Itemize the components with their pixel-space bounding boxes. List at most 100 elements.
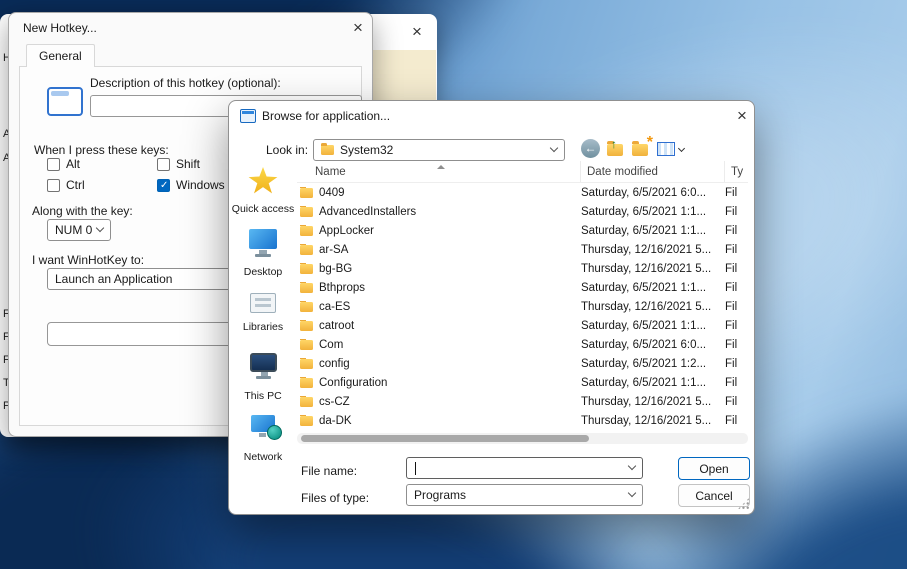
checkbox-box: [157, 157, 170, 171]
look-in-combobox[interactable]: System32: [313, 139, 565, 161]
files-of-type-combobox[interactable]: Programs: [406, 484, 643, 506]
file-modified: Saturday, 6/5/2021 1:1...: [581, 224, 707, 237]
place-desktop[interactable]: Desktop: [229, 229, 297, 278]
file-type: Fil: [725, 300, 738, 313]
checkbox-label: Ctrl: [66, 178, 85, 192]
file-type: Fil: [725, 205, 738, 218]
file-name-combobox[interactable]: [406, 457, 643, 479]
file-row[interactable]: ar-SA Thursday, 12/16/2021 5... Fil: [297, 240, 748, 259]
want-label: I want WinHotKey to:: [32, 253, 145, 267]
place-label: Desktop: [243, 266, 283, 278]
file-row[interactable]: ca-ES Thursday, 12/16/2021 5... Fil: [297, 297, 748, 316]
file-row[interactable]: Configuration Saturday, 6/5/2021 1:1... …: [297, 373, 748, 392]
file-list: Name Date modified Ty 0409 Saturday, 6/5…: [297, 161, 748, 433]
close-icon[interactable]: [408, 22, 426, 40]
action-combobox-value: Launch an Application: [55, 272, 173, 286]
chevron-down-icon: [627, 461, 637, 471]
open-button[interactable]: Open: [678, 457, 750, 480]
place-quick-access[interactable]: Quick access: [229, 167, 297, 215]
folder-icon: [300, 281, 313, 293]
text-caret: [415, 462, 416, 475]
tab-label: General: [39, 49, 82, 63]
checkbox-shift[interactable]: Shift: [157, 157, 200, 171]
tab-general[interactable]: General: [26, 44, 95, 67]
file-row[interactable]: AppLocker Saturday, 6/5/2021 1:1... Fil: [297, 221, 748, 240]
column-header-type[interactable]: Ty: [725, 161, 748, 182]
libraries-icon: [250, 293, 276, 313]
file-row[interactable]: AdvancedInstallers Saturday, 6/5/2021 1:…: [297, 202, 748, 221]
file-name: da-DK: [319, 414, 352, 427]
file-type: Fil: [725, 414, 738, 427]
file-row[interactable]: 0409 Saturday, 6/5/2021 6:0... Fil: [297, 183, 748, 202]
folder-icon: [300, 205, 313, 217]
close-icon[interactable]: [733, 106, 751, 124]
chevron-down-icon: [627, 488, 637, 498]
description-label: Description of this hotkey (optional):: [90, 76, 281, 90]
place-libraries[interactable]: Libraries: [229, 293, 297, 333]
checkbox-box: [47, 178, 60, 192]
file-modified: Thursday, 12/16/2021 5...: [581, 414, 712, 427]
file-name: ca-ES: [319, 300, 351, 313]
file-modified: Thursday, 12/16/2021 5...: [581, 395, 712, 408]
file-row[interactable]: Com Saturday, 6/5/2021 6:0... Fil: [297, 335, 748, 354]
horizontal-scrollbar[interactable]: [297, 433, 748, 444]
checkbox-label: Shift: [176, 157, 201, 171]
checkbox-ctrl[interactable]: Ctrl: [47, 178, 85, 192]
star-icon: [248, 167, 278, 194]
file-type: Fil: [725, 395, 738, 408]
file-type: Fil: [725, 376, 738, 389]
file-row[interactable]: catroot Saturday, 6/5/2021 1:1... Fil: [297, 316, 748, 335]
file-modified: Thursday, 12/16/2021 5...: [581, 300, 712, 313]
cancel-button[interactable]: Cancel: [678, 484, 750, 507]
folder-icon: [300, 338, 313, 350]
file-modified: Saturday, 6/5/2021 6:0...: [581, 186, 707, 199]
folder-icon: [300, 186, 313, 198]
checkbox-box-checked: [157, 178, 170, 192]
column-header-date-modified[interactable]: Date modified: [581, 161, 725, 182]
new-folder-icon[interactable]: [632, 134, 653, 156]
checkbox-label: Alt: [66, 157, 81, 171]
file-name: config: [319, 357, 350, 370]
checkbox-alt[interactable]: Alt: [47, 157, 80, 171]
views-icon[interactable]: [657, 142, 675, 156]
file-name: catroot: [319, 319, 355, 332]
folder-icon: [300, 300, 313, 312]
folder-icon: [300, 224, 313, 236]
back-icon[interactable]: [581, 139, 600, 158]
folder-icon: [300, 319, 313, 331]
place-this-pc[interactable]: This PC: [229, 353, 297, 402]
list-header: Name Date modified Ty: [297, 161, 748, 183]
file-row[interactable]: Bthprops Saturday, 6/5/2021 1:1... Fil: [297, 278, 748, 297]
chevron-down-icon[interactable]: [677, 144, 686, 153]
checkbox-windows[interactable]: Windows: [157, 178, 225, 192]
browse-for-application-dialog: Browse for application... Look in: Syste…: [228, 100, 755, 515]
dialog-title: New Hotkey...: [23, 21, 97, 35]
computer-icon: [249, 353, 277, 379]
up-one-level-icon[interactable]: [607, 137, 623, 156]
folder-icon: [300, 357, 313, 369]
file-row[interactable]: config Saturday, 6/5/2021 1:2... Fil: [297, 354, 748, 373]
file-row[interactable]: da-DK Thursday, 12/16/2021 5... Fil: [297, 411, 748, 430]
file-modified: Saturday, 6/5/2021 1:1...: [581, 281, 707, 294]
file-modified: Saturday, 6/5/2021 1:2...: [581, 357, 707, 370]
column-label: Name: [315, 165, 346, 178]
key-combobox[interactable]: NUM 0: [47, 219, 111, 241]
file-type: Fil: [725, 243, 738, 256]
place-label: Quick access: [231, 203, 295, 215]
file-type: Fil: [725, 357, 738, 370]
place-network[interactable]: Network: [229, 415, 297, 463]
window-icon: [47, 87, 83, 116]
dialog-title: Browse for application...: [262, 109, 391, 123]
file-row[interactable]: bg-BG Thursday, 12/16/2021 5... Fil: [297, 259, 748, 278]
file-name: AppLocker: [319, 224, 374, 237]
file-modified: Thursday, 12/16/2021 5...: [581, 262, 712, 275]
look-in-label: Look in:: [266, 143, 309, 157]
look-in-value: System32: [340, 143, 394, 157]
files-of-type-value: Programs: [414, 488, 467, 502]
place-label: Network: [243, 451, 283, 463]
close-icon[interactable]: [349, 18, 367, 36]
keys-label: When I press these keys:: [34, 143, 169, 157]
folder-icon: [300, 262, 313, 274]
file-row[interactable]: cs-CZ Thursday, 12/16/2021 5... Fil: [297, 392, 748, 411]
scrollbar-thumb[interactable]: [301, 435, 589, 442]
